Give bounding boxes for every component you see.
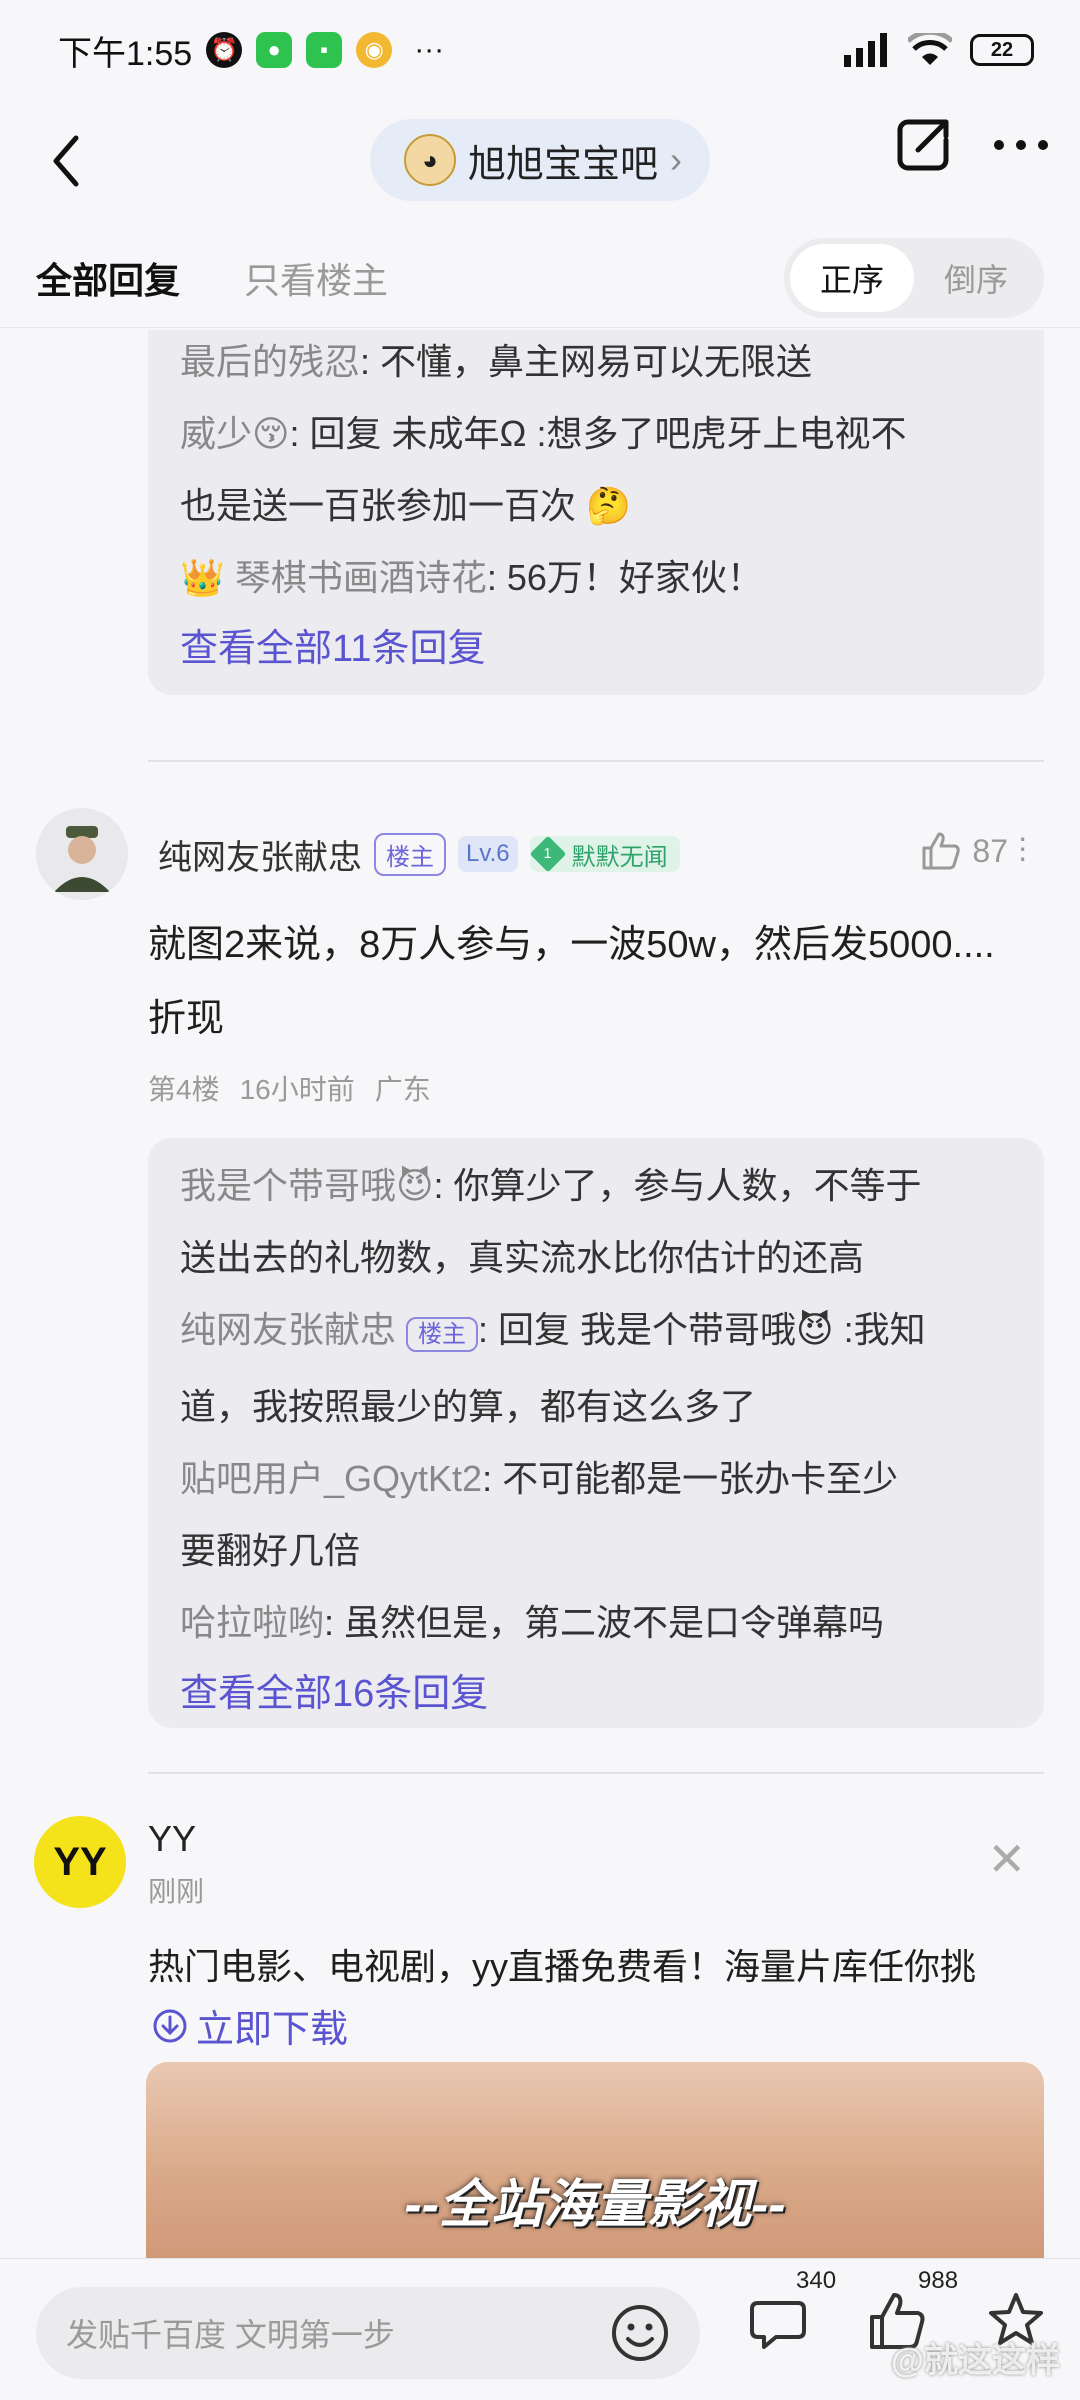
app-notification-icon: ◉ — [356, 32, 393, 68]
tab-all-replies[interactable]: 全部回复 — [36, 252, 180, 304]
like-count: 988 — [918, 2267, 959, 2294]
fan-level: 1 — [543, 845, 552, 862]
reply-line[interactable]: 贴吧用户_GQytKt2: 不可能都是一张办卡至少 — [180, 1443, 1012, 1515]
thread-content: 最后的残忍: 不懂，鼻主网易可以无限送 威少😚: 回复 未成年Ω :想多了吧虎牙… — [0, 330, 1080, 2258]
post-time: 16小时前 — [239, 1074, 355, 1105]
reply-line[interactable]: 道，我按照最少的算，都有这么多了 — [180, 1371, 1012, 1443]
download-icon — [153, 2009, 187, 2042]
reply-line[interactable]: 最后的残忍: 不懂，鼻主网易可以无限送 — [180, 330, 1012, 398]
reply-line[interactable]: 👑 琴棋书画酒诗花: 56万！好家伙！ — [180, 542, 1012, 614]
ad-image-caption: --全站海量影视-- — [404, 2176, 786, 2234]
more-icon[interactable] — [992, 135, 1050, 155]
forum-avatar: ◕ — [403, 134, 456, 186]
post-location: 广东 — [374, 1074, 431, 1105]
comment-count: 340 — [796, 2267, 837, 2294]
divider — [148, 1772, 1044, 1774]
chevron-right-icon: › — [670, 139, 682, 180]
host-badge: 楼主 — [406, 1317, 479, 1352]
reply-input[interactable]: 发贴千百度 文明第一步 — [36, 2287, 700, 2379]
emoji-icon[interactable] — [610, 2303, 670, 2363]
bottom-bar: 发贴千百度 文明第一步 340 988 @就这这样 — [0, 2258, 1080, 2400]
post-like-button[interactable]: 87 — [920, 830, 1008, 872]
host-badge: 楼主 — [374, 832, 446, 876]
reply-line[interactable]: 我是个带哥哦😈: 你算少了，参与人数，不等于 — [180, 1150, 1012, 1222]
user-avatar-image — [36, 808, 128, 900]
post-username[interactable]: 纯网友张献忠 — [158, 830, 362, 879]
reply-line[interactable]: 也是送一百张参加一百次 🤔 — [180, 470, 1012, 542]
forum-name: 旭旭宝宝吧 — [467, 143, 658, 186]
post-more-icon[interactable]: · · · — [1017, 821, 1028, 873]
wechat-icon: ● — [256, 32, 293, 68]
avatar[interactable] — [36, 808, 128, 900]
level-badge: Lv.6 — [458, 836, 518, 872]
wifi-icon — [908, 33, 952, 65]
post-text-line: 折现 — [148, 998, 225, 1040]
message-icon: ▪ — [306, 32, 343, 68]
ad-name[interactable]: YY — [148, 1818, 196, 1860]
comment-icon — [750, 2301, 806, 2349]
post-meta: 第4楼 16小时前 广东 — [148, 1068, 431, 1108]
ad-download-button[interactable]: 立即下载 — [152, 1998, 348, 2053]
top-nav: ◕ 旭旭宝宝吧 › — [0, 100, 1080, 220]
thread-page: 下午1:55 ⏰ ● ▪ ◉ ··· 22 ◕ 旭旭宝宝吧 › 全部回复 只看楼… — [0, 0, 1080, 2400]
comments-button[interactable] — [748, 2289, 812, 2353]
watermark: @就这这样 — [890, 2342, 1060, 2380]
battery-icon: 22 — [970, 34, 1034, 66]
fan-title: 默默无闻 — [571, 843, 668, 871]
post-body: 就图2来说，8万人参与，一波50w，然后发5000.... 折现 — [148, 908, 1044, 1056]
previous-replies-box: 最后的残忍: 不懂，鼻主网易可以无限送 威少😚: 回复 未成年Ω :想多了吧虎牙… — [148, 330, 1044, 695]
share-icon[interactable] — [894, 116, 952, 174]
view-all-replies-link[interactable]: 查看全部11条回复 — [180, 614, 1012, 684]
tab-host-only[interactable]: 只看楼主 — [244, 252, 388, 304]
more-notifications-icon: ··· — [414, 33, 445, 66]
battery-level: 22 — [990, 38, 1014, 61]
back-arrow-icon[interactable] — [40, 126, 100, 196]
reply-input-placeholder: 发贴千百度 文明第一步 — [66, 2317, 395, 2353]
sort-desc-button[interactable]: 倒序 — [914, 244, 1038, 312]
like-count: 87 — [972, 832, 1008, 869]
post-replies-box: 我是个带哥哦😈: 你算少了，参与人数，不等于 送出去的礼物数，真实流水比你估计的… — [148, 1138, 1044, 1728]
status-bar: 下午1:55 ⏰ ● ▪ ◉ ··· 22 — [0, 0, 1080, 100]
reply-line[interactable]: 哈拉啦哟: 虽然但是，第二波不是口令弹幕吗 — [180, 1587, 1012, 1659]
reply-line[interactable]: 威少😚: 回复 未成年Ω :想多了吧虎牙上电视不 — [180, 398, 1012, 470]
forum-pill[interactable]: ◕ 旭旭宝宝吧 › — [369, 119, 710, 201]
view-all-replies-link[interactable]: 查看全部16条回复 — [180, 1659, 1012, 1729]
post-text-line: 就图2来说，8万人参与，一波50w，然后发5000.... — [148, 924, 995, 966]
alarm-icon: ⏰ — [206, 32, 243, 68]
ad-time: 刚刚 — [148, 1876, 205, 1907]
signal-icon — [844, 33, 887, 67]
post-header: 纯网友张献忠 楼主 Lv.6 1 默默无闻 — [158, 824, 680, 884]
close-icon[interactable]: ✕ — [987, 1832, 1026, 1886]
reply-line[interactable]: 要翻好几倍 — [180, 1515, 1012, 1587]
reply-line[interactable]: 纯网友张献忠 楼主: 回复 我是个带哥哦😈 :我知 — [180, 1294, 1012, 1371]
sort-toggle: 正序 倒序 — [783, 237, 1044, 318]
reply-line[interactable]: 送出去的礼物数，真实流水比你估计的还高 — [180, 1222, 1012, 1294]
reply-tabs: 全部回复 只看楼主 正序 倒序 — [0, 228, 1080, 328]
divider — [148, 760, 1044, 762]
ad-logo[interactable]: YY — [34, 1816, 126, 1908]
ad-image[interactable]: --全站海量影视-- — [146, 2062, 1044, 2258]
sort-asc-button[interactable]: 正序 — [789, 243, 914, 312]
floor-number: 第4楼 — [148, 1074, 220, 1105]
ad-text[interactable]: 热门电影、电视剧，yy直播免费看！海量片库任你挑 — [148, 1938, 1056, 1990]
thumbs-up-icon — [922, 832, 961, 870]
fan-badge: 1 默默无闻 — [529, 835, 680, 873]
status-time: 下午1:55 — [58, 34, 193, 73]
